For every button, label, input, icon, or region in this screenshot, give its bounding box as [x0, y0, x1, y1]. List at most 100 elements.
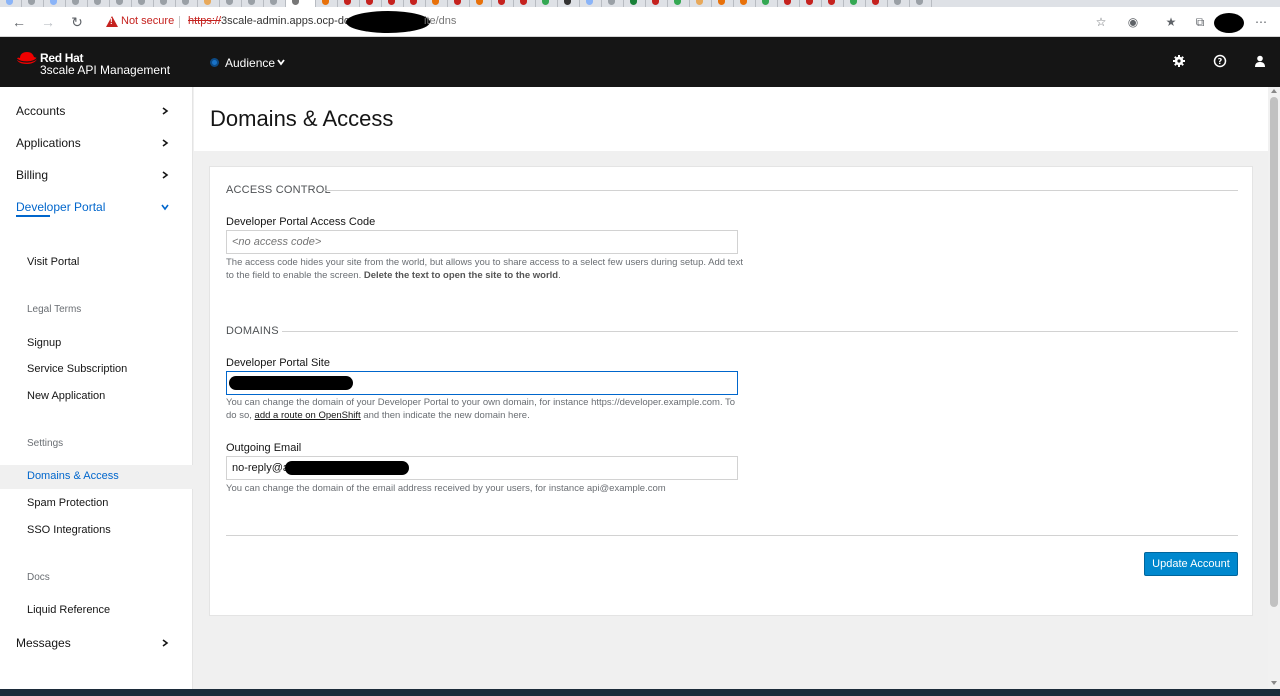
- update-account-button[interactable]: Update Account: [1144, 552, 1238, 576]
- star-icon[interactable]: ☆: [1094, 15, 1108, 29]
- collections-icon[interactable]: ⧉: [1193, 15, 1207, 29]
- user-icon[interactable]: [1253, 54, 1267, 68]
- sidebar-subitem-liquid-reference[interactable]: Liquid Reference: [0, 599, 193, 623]
- openshift-route-link[interactable]: add a route on OpenShift: [255, 410, 361, 421]
- sidebar-subitem-signup[interactable]: Signup: [0, 332, 193, 356]
- browser-tab[interactable]: [668, 0, 690, 7]
- browser-tab[interactable]: [756, 0, 778, 7]
- access-code-help: The access code hides your site from the…: [226, 257, 743, 281]
- sidebar-group-settings: Settings: [27, 438, 64, 449]
- sidebar-item-messages[interactable]: Messages: [0, 629, 193, 657]
- browser-tab[interactable]: [910, 0, 932, 7]
- scrollbar-thumb[interactable]: [1270, 97, 1278, 607]
- forward-arrow-icon[interactable]: →: [40, 14, 56, 30]
- browser-tab[interactable]: [198, 0, 220, 7]
- browser-tab[interactable]: [176, 0, 198, 7]
- scroll-down-icon[interactable]: [1271, 681, 1277, 685]
- browser-tab[interactable]: [470, 0, 492, 7]
- sidebar-subitem-new-application[interactable]: New Application: [0, 385, 193, 409]
- browser-tab[interactable]: [646, 0, 668, 7]
- scroll-up-icon[interactable]: [1271, 89, 1277, 93]
- browser-tab[interactable]: [88, 0, 110, 7]
- chevron-down-icon[interactable]: [277, 58, 285, 66]
- brand-product[interactable]: 3scale API Management: [40, 63, 170, 77]
- sidebar-item-billing[interactable]: Billing: [0, 161, 193, 189]
- browser-tab[interactable]: [448, 0, 470, 7]
- help-icon[interactable]: ?: [1213, 54, 1227, 68]
- sidebar: Accounts Applications Billing Developer …: [0, 87, 193, 689]
- access-code-input[interactable]: [226, 230, 738, 254]
- browser-tab[interactable]: [800, 0, 822, 7]
- browser-tab[interactable]: [712, 0, 734, 7]
- browser-tab[interactable]: [22, 0, 44, 7]
- sidebar-subitem-label: Visit Portal: [27, 256, 80, 268]
- browser-tab-active[interactable]: [286, 0, 316, 7]
- os-taskbar: [0, 689, 1280, 696]
- active-section-indicator: [16, 215, 50, 217]
- browser-tab[interactable]: [426, 0, 448, 7]
- audience-icon[interactable]: [210, 58, 219, 67]
- browser-tab[interactable]: [844, 0, 866, 7]
- sidebar-subitem-domains-access[interactable]: Domains & Access: [0, 465, 193, 489]
- reload-icon[interactable]: ↻: [69, 14, 85, 30]
- audience-menu[interactable]: Audience: [225, 56, 275, 70]
- extension-icon[interactable]: ◉: [1126, 15, 1140, 29]
- chevron-right-icon: [162, 639, 169, 647]
- sidebar-subitem-service-subscription[interactable]: Service Subscription: [0, 358, 193, 382]
- browser-tab[interactable]: [338, 0, 360, 7]
- browser-tab[interactable]: [316, 0, 338, 7]
- browser-tab[interactable]: [264, 0, 286, 7]
- browser-tab[interactable]: [66, 0, 88, 7]
- url-separator: [179, 16, 180, 28]
- browser-tab[interactable]: [778, 0, 800, 7]
- url-host: 3scale-admin.apps.ocp-dc: [221, 15, 350, 27]
- domains-legend: DOMAINS: [226, 325, 279, 337]
- browser-tab[interactable]: [734, 0, 756, 7]
- browser-tab[interactable]: [154, 0, 176, 7]
- sidebar-item-accounts[interactable]: Accounts: [0, 97, 193, 125]
- form-actions-divider: [226, 535, 1238, 536]
- browser-tab[interactable]: [690, 0, 712, 7]
- browser-tab[interactable]: [536, 0, 558, 7]
- sidebar-item-label: Applications: [16, 136, 81, 150]
- outgoing-email-value: no-reply@a: [232, 462, 290, 474]
- outgoing-email-input[interactable]: no-reply@a: [226, 456, 738, 480]
- browser-tab[interactable]: [44, 0, 66, 7]
- more-options-icon[interactable]: ⋯: [1254, 15, 1268, 29]
- browser-tab[interactable]: [602, 0, 624, 7]
- chevron-down-icon: [161, 204, 169, 211]
- browser-tab[interactable]: [110, 0, 132, 7]
- sidebar-subitem-label: Service Subscription: [27, 363, 128, 375]
- browser-tab[interactable]: [0, 0, 22, 7]
- browser-tab[interactable]: [132, 0, 154, 7]
- gear-icon[interactable]: [1172, 54, 1186, 68]
- portal-site-input[interactable]: [226, 371, 738, 395]
- back-arrow-icon[interactable]: ←: [11, 14, 27, 30]
- page-scrollbar[interactable]: [1268, 87, 1280, 689]
- address-bar[interactable]: https://3scale-admin.apps.ocp-dc: [188, 15, 349, 27]
- browser-tab[interactable]: [360, 0, 382, 7]
- browser-tab[interactable]: [382, 0, 404, 7]
- outgoing-email-label: Outgoing Email: [226, 442, 302, 454]
- sidebar-subitem-visit-portal[interactable]: Visit Portal: [0, 251, 193, 275]
- sidebar-subitem-sso-integrations[interactable]: SSO Integrations: [0, 519, 193, 543]
- sidebar-subitem-spam-protection[interactable]: Spam Protection: [0, 492, 193, 516]
- browser-tab[interactable]: [558, 0, 580, 7]
- browser-tab[interactable]: [404, 0, 426, 7]
- browser-tab[interactable]: [242, 0, 264, 7]
- browser-tab[interactable]: [822, 0, 844, 7]
- red-hat-logo-icon[interactable]: [16, 51, 38, 65]
- browser-tab-strip[interactable]: [0, 0, 1280, 7]
- browser-tab[interactable]: [624, 0, 646, 7]
- sidebar-item-applications[interactable]: Applications: [0, 129, 193, 157]
- favorites-icon[interactable]: ★: [1164, 15, 1178, 29]
- profile-avatar-redacted[interactable]: [1214, 13, 1244, 33]
- browser-tab[interactable]: [492, 0, 514, 7]
- browser-tab[interactable]: [866, 0, 888, 7]
- browser-tab[interactable]: [220, 0, 242, 7]
- browser-tab[interactable]: [514, 0, 536, 7]
- browser-tab[interactable]: [888, 0, 910, 7]
- portal-site-help-text-end: and then indicate the new domain here.: [363, 410, 530, 421]
- not-secure-label[interactable]: Not secure: [121, 15, 174, 27]
- browser-tab[interactable]: [580, 0, 602, 7]
